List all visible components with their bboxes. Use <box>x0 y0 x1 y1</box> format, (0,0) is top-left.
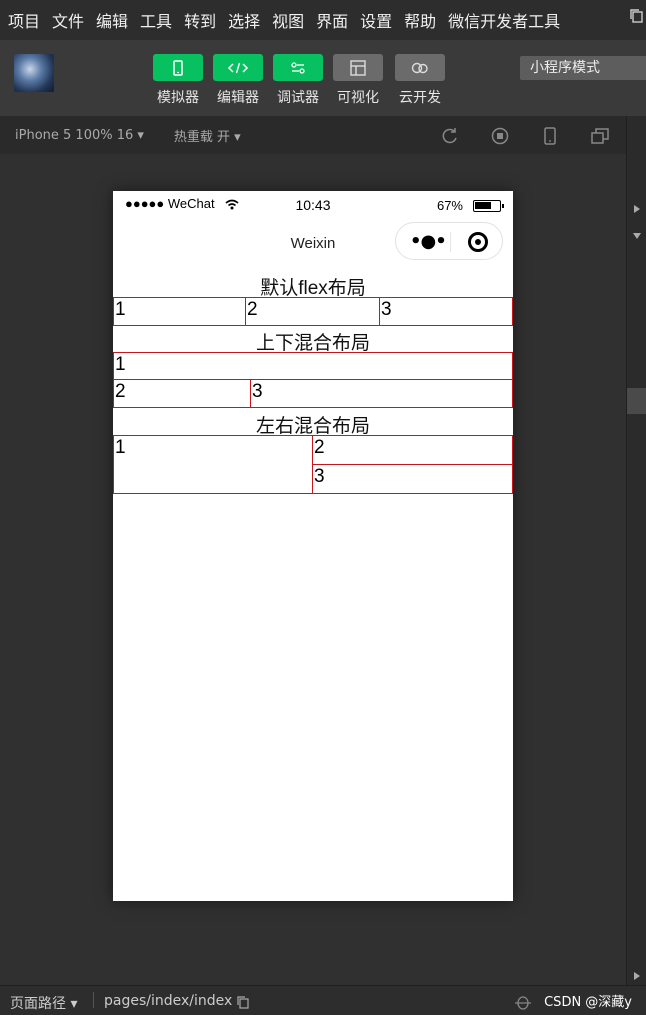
cloud-icon <box>411 62 428 73</box>
cloud-button[interactable]: 云开发 <box>394 54 446 107</box>
copy-icon[interactable] <box>629 8 645 24</box>
window-icon[interactable] <box>590 126 610 146</box>
flex-cell: 2 <box>113 379 251 408</box>
status-footer: 页面路径 ▾ pages/index/index CSDN @深藏y <box>0 985 646 1015</box>
menu-file[interactable]: 文件 <box>52 8 84 32</box>
watermark: CSDN @深藏y <box>544 995 632 1010</box>
editor-label: 编辑器 <box>217 90 259 106</box>
capsule-menu[interactable]: •●• <box>395 222 503 260</box>
cloud-label: 云开发 <box>399 90 441 106</box>
stop-icon[interactable] <box>490 126 510 146</box>
menu-settings[interactable]: 设置 <box>360 8 392 32</box>
battery-icon <box>473 200 504 212</box>
toggle-icon <box>291 61 305 74</box>
page-path-value: pages/index/index <box>104 993 233 1009</box>
phone-screen: ●●●●● WeChat 10:43 67% Weixin •●• 默认flex… <box>113 191 513 901</box>
menu-interface[interactable]: 界面 <box>316 8 348 32</box>
device-select[interactable]: iPhone 5 100% 16 ▾ <box>15 128 144 143</box>
debugger-label: 调试器 <box>277 90 319 106</box>
editor-button[interactable]: 编辑器 <box>212 54 264 107</box>
flex-cell: 1 <box>113 297 246 326</box>
flex-cell: 1 <box>113 352 513 380</box>
flex-cell: 3 <box>312 464 513 494</box>
mode-select[interactable]: 小程序模式 <box>520 56 646 80</box>
section-title-vertical-mix: 上下混合布局 <box>255 333 370 354</box>
refresh-icon[interactable] <box>440 126 460 146</box>
right-panel-strip <box>626 9 646 985</box>
battery-percent: 67% <box>436 198 463 213</box>
menu-devtools[interactable]: 微信开发者工具 <box>448 8 560 32</box>
page-path-label[interactable]: 页面路径 ▾ <box>10 993 77 1013</box>
menu-edit[interactable]: 编辑 <box>96 8 128 32</box>
scrollbar-thumb[interactable] <box>627 388 646 414</box>
arrow-down-icon[interactable] <box>632 232 642 240</box>
flex-cell: 2 <box>312 435 513 465</box>
flex-cell: 1 <box>113 435 313 494</box>
simulator-label: 模拟器 <box>157 90 199 106</box>
copy-path-icon[interactable] <box>236 995 250 1009</box>
flex-cell: 3 <box>379 297 513 326</box>
menu-tools[interactable]: 工具 <box>140 8 172 32</box>
close-target-icon[interactable] <box>468 232 488 252</box>
menu-project[interactable]: 项目 <box>8 8 40 32</box>
section-title-horizontal-mix: 左右混合布局 <box>255 416 370 437</box>
status-bar: ●●●●● WeChat 10:43 67% <box>113 191 513 219</box>
phone-icon <box>173 59 183 76</box>
section-title-default: 默认flex布局 <box>260 278 366 299</box>
layout-icon <box>350 59 366 76</box>
arrow-right-icon[interactable] <box>633 204 641 214</box>
menu-bar: 项目 文件 编辑 工具 转到 选择 视图 界面 设置 帮助 微信开发者工具 <box>0 0 646 40</box>
hotreload-toggle[interactable]: 热重载 开 ▾ <box>174 126 241 145</box>
menu-view[interactable]: 视图 <box>272 8 304 32</box>
menu-help[interactable]: 帮助 <box>404 8 436 32</box>
simulator-bar: iPhone 5 100% 16 ▾ 热重载 开 ▾ <box>0 116 626 154</box>
simulator-button[interactable]: 模拟器 <box>152 54 204 107</box>
device-icon[interactable] <box>540 126 560 146</box>
more-icon[interactable]: •●• <box>410 231 447 252</box>
flex-cell: 3 <box>250 379 513 408</box>
visual-button[interactable]: 可视化 <box>332 54 384 107</box>
debugger-button[interactable]: 调试器 <box>272 54 324 107</box>
code-icon <box>227 62 249 73</box>
menu-select[interactable]: 选择 <box>228 8 260 32</box>
flex-cell: 2 <box>245 297 380 326</box>
avatar[interactable] <box>14 54 54 92</box>
arrow-right-icon[interactable] <box>633 971 641 981</box>
visual-label: 可视化 <box>337 90 379 106</box>
menu-goto[interactable]: 转到 <box>184 8 216 32</box>
toolbar: 模拟器 编辑器 调试器 可视化 云开发 小程序模式 <box>0 40 646 116</box>
bug-icon[interactable] <box>513 992 533 1012</box>
